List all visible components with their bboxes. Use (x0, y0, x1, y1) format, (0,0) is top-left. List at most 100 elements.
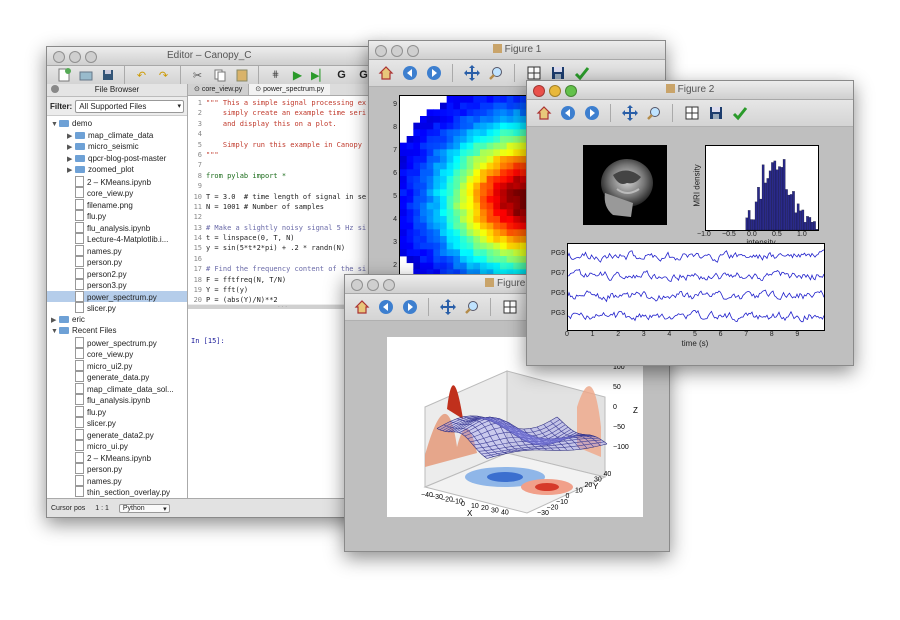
back-icon[interactable] (377, 299, 394, 316)
zoom-button[interactable] (383, 279, 395, 291)
heatmap-cell (446, 229, 454, 237)
home-icon[interactable] (377, 65, 394, 82)
paste-icon[interactable] (233, 67, 250, 84)
tree-folder[interactable]: ▶ qpcr-blog-post-master (47, 153, 187, 165)
comment-icon[interactable]: ⋕ (267, 67, 284, 84)
heatmap-cell (440, 249, 448, 257)
heatmap-cell (460, 202, 468, 210)
heatmap-cell (453, 209, 461, 217)
forward-icon[interactable] (425, 65, 442, 82)
tree-folder[interactable]: ▶ zoomed_plot (47, 164, 187, 176)
tab-core-view[interactable]: ⊙ core_view.py (188, 84, 250, 95)
forward-icon[interactable] (401, 299, 418, 316)
tree-file[interactable]: core_view.py (47, 348, 187, 360)
tree-folder[interactable]: ▼ demo (47, 118, 187, 130)
code-line: 5 Simply run this example in Canopy (188, 140, 377, 150)
undo-icon[interactable]: ↶ (133, 67, 150, 84)
tree-file[interactable]: core_view.py (47, 187, 187, 199)
run-icon[interactable]: ▶ (289, 67, 306, 84)
home-icon[interactable] (535, 105, 552, 122)
tree-file[interactable]: micro_ui.py (47, 440, 187, 452)
tree-file[interactable]: thin_section_overlay.py (47, 486, 187, 498)
save-figure-icon[interactable] (549, 65, 566, 82)
tree-file[interactable]: power_spectrum.py (47, 290, 187, 302)
zoom-rect-icon[interactable] (645, 105, 662, 122)
tree-file[interactable]: filename.png (47, 198, 187, 211)
forward-icon[interactable] (583, 105, 600, 122)
tree-file[interactable]: person.py (47, 256, 187, 268)
pan-icon[interactable] (439, 299, 456, 316)
close-button[interactable] (53, 51, 65, 63)
tree-file[interactable]: generate_data2.py (47, 428, 187, 441)
tree-file[interactable]: flu_analysis.ipynb (47, 221, 187, 234)
subplots-icon[interactable] (525, 65, 542, 82)
minimize-button[interactable] (367, 279, 379, 291)
heatmap-cell (493, 162, 501, 170)
heatmap-cell (486, 242, 494, 250)
editor-titlebar[interactable]: Editor – Canopy_C (47, 47, 377, 66)
eeg-trace (567, 268, 825, 283)
x-tick-label: 40 (501, 510, 509, 517)
figure1-titlebar[interactable]: Figure 1 (369, 41, 665, 60)
save-figure-icon[interactable] (707, 105, 724, 122)
heatmap-cell (406, 242, 414, 250)
tree-folder[interactable]: ▶ micro_seismic (47, 141, 187, 153)
minimize-button[interactable] (69, 51, 81, 63)
tree-file[interactable]: names.py (47, 474, 187, 487)
tree-folder[interactable]: ▼ Recent Files (47, 325, 187, 337)
language-select[interactable]: Python ▾ (118, 503, 170, 513)
tree-file[interactable]: person2.py (47, 267, 187, 280)
pan-icon[interactable] (621, 105, 638, 122)
zoom-rect-icon[interactable] (463, 299, 480, 316)
tree-file[interactable]: 2 – KMeans.ipynb (47, 451, 187, 464)
figure2-canvas[interactable]: MRI density −1.0−0.50.00.51.0 intensity … (527, 127, 853, 365)
heatmap-cell (413, 236, 421, 244)
tree-file[interactable]: slicer.py (47, 302, 187, 314)
tree-folder[interactable]: ▶ map_climate_data (47, 130, 187, 142)
checkmark-icon[interactable] (573, 65, 590, 82)
tab-power-spectrum[interactable]: ⊙ power_spectrum.py (249, 84, 331, 95)
tree-folder[interactable]: ▶ eric (47, 314, 187, 326)
tree-file[interactable]: slicer.py (47, 417, 187, 429)
zoom-button[interactable] (85, 51, 97, 63)
save-icon[interactable] (99, 67, 116, 84)
tree-file[interactable]: person3.py (47, 279, 187, 291)
tree-file[interactable]: flu_analysis.ipynb (47, 394, 187, 406)
heatmap-cell (480, 102, 488, 110)
close-button[interactable] (351, 279, 363, 291)
cut-icon[interactable]: ✂ (189, 67, 206, 84)
tree-file[interactable]: flu.py (47, 405, 187, 418)
tree-file[interactable]: map_climate_data_sol... (47, 382, 187, 395)
tree-file[interactable]: names.py (47, 244, 187, 257)
subplots-icon[interactable] (501, 299, 518, 316)
heatmap-cell (513, 116, 521, 124)
heatmap-cell (513, 242, 521, 250)
subplots-icon[interactable] (683, 105, 700, 122)
copy-icon[interactable] (211, 67, 228, 84)
tree-file[interactable]: person.py (47, 463, 187, 475)
back-icon[interactable] (401, 65, 418, 82)
back-icon[interactable] (559, 105, 576, 122)
tree-file[interactable]: flu.py (47, 210, 187, 222)
home-icon[interactable] (353, 299, 370, 316)
tree-file[interactable]: 2 – KMeans.ipynb (47, 175, 187, 188)
step-icon[interactable]: ▶▏ (311, 67, 328, 84)
chevron-down-icon: ▾ (177, 102, 181, 110)
redo-icon[interactable]: ↷ (155, 67, 172, 84)
tree-item-label: names.py (87, 476, 122, 486)
figure2-titlebar[interactable]: Figure 2 (527, 81, 853, 100)
pan-icon[interactable] (463, 65, 480, 82)
checkmark-icon[interactable] (731, 105, 748, 122)
tree-file[interactable]: micro_ui2.py (47, 359, 187, 372)
tree-file[interactable]: power_spectrum.py (47, 336, 187, 349)
heatmap-cell (480, 129, 488, 137)
tree-file[interactable]: Lecture-4-Matplotlib.i... (47, 233, 187, 245)
new-file-icon[interactable] (55, 67, 72, 84)
tree-file[interactable]: generate_data.py (47, 371, 187, 383)
open-file-icon[interactable] (77, 67, 94, 84)
filter-select[interactable]: All Supported Files ▾ (75, 99, 184, 113)
file-icon (75, 221, 84, 233)
zoom-rect-icon[interactable] (487, 65, 504, 82)
debug-icon[interactable]: G (333, 67, 350, 84)
floor-contour (487, 472, 523, 482)
